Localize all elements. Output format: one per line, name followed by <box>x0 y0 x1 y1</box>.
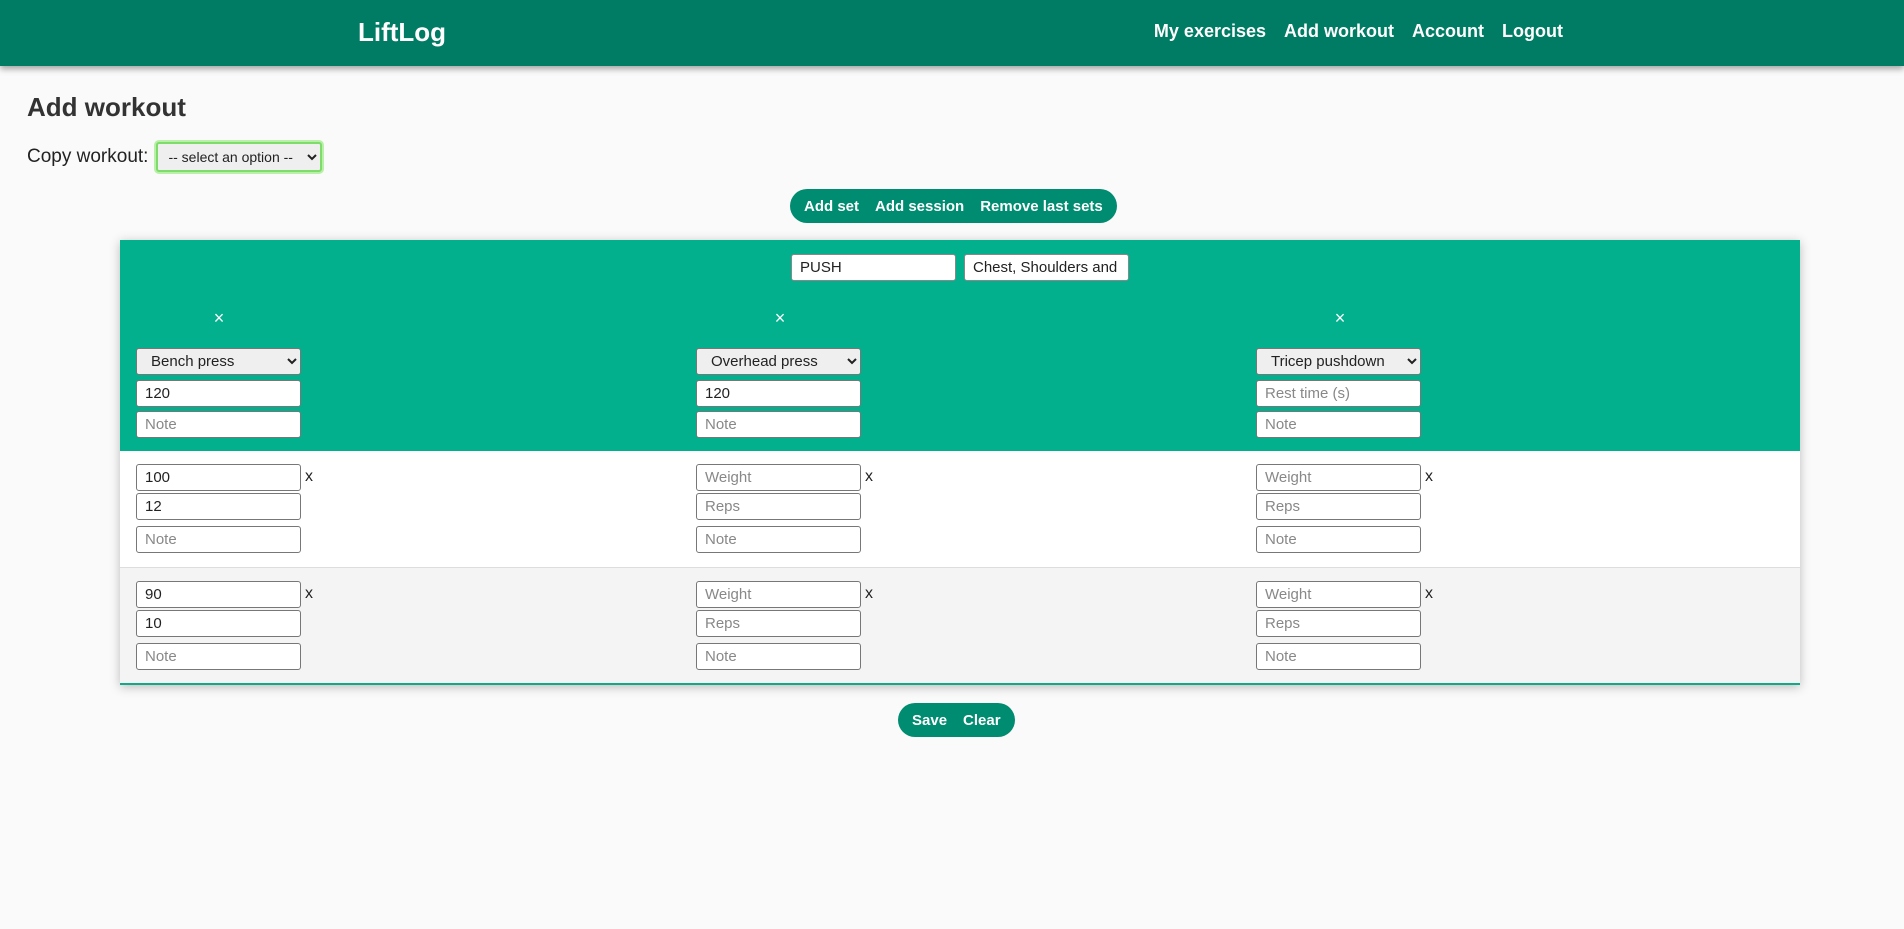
nav-my-exercises[interactable]: My exercises <box>1154 21 1266 42</box>
set-2-ex-3-reps[interactable] <box>1256 610 1421 637</box>
navbar: LiftLog My exercises Add workout Account… <box>0 0 1904 66</box>
exercise-2-rest-input[interactable] <box>696 380 861 407</box>
set-2-ex-3-note[interactable] <box>1256 643 1421 670</box>
nav-add-workout[interactable]: Add workout <box>1284 21 1394 42</box>
set-2-ex-1-note[interactable] <box>136 643 301 670</box>
set-separator: x <box>305 468 313 485</box>
set-1-ex-2-reps[interactable] <box>696 493 861 520</box>
set-1-ex-2-note[interactable] <box>696 526 861 553</box>
session-card: × Bench press × Overhead press × Tricep … <box>120 240 1800 685</box>
copy-workout-row: Copy workout: -- select an option -- <box>27 142 323 172</box>
nav-logout[interactable]: Logout <box>1502 21 1563 42</box>
set-actions-group: Add set Add session Remove last sets <box>790 189 1117 223</box>
remove-exercise-2-icon[interactable]: × <box>770 308 790 329</box>
set-1-ex-3-reps[interactable] <box>1256 493 1421 520</box>
session-name-input[interactable] <box>791 254 956 281</box>
set-1-ex-3-weight[interactable] <box>1256 464 1421 491</box>
remove-last-sets-button[interactable]: Remove last sets <box>972 189 1111 223</box>
session-header: × Bench press × Overhead press × Tricep … <box>120 240 1800 451</box>
exercise-2-note-input[interactable] <box>696 411 861 438</box>
exercise-3-rest-input[interactable] <box>1256 380 1421 407</box>
set-1-ex-1-reps[interactable] <box>136 493 301 520</box>
set-2-ex-2-note[interactable] <box>696 643 861 670</box>
session-description-input[interactable] <box>964 254 1129 281</box>
remove-exercise-1-icon[interactable]: × <box>209 308 229 329</box>
set-separator: x <box>865 585 873 602</box>
exercise-1-rest-input[interactable] <box>136 380 301 407</box>
brand-logo[interactable]: LiftLog <box>358 17 446 48</box>
exercise-2-select[interactable]: Overhead press <box>696 348 861 375</box>
set-row-2: x x x <box>120 567 1800 683</box>
set-separator: x <box>1425 468 1433 485</box>
set-2-ex-3-weight[interactable] <box>1256 581 1421 608</box>
nav-account[interactable]: Account <box>1412 21 1484 42</box>
set-separator: x <box>1425 585 1433 602</box>
set-2-ex-1-weight[interactable] <box>136 581 301 608</box>
copy-workout-select[interactable]: -- select an option -- <box>156 142 323 172</box>
clear-button[interactable]: Clear <box>955 703 1009 737</box>
set-2-ex-2-reps[interactable] <box>696 610 861 637</box>
remove-exercise-3-icon[interactable]: × <box>1330 308 1350 329</box>
save-button[interactable]: Save <box>904 703 955 737</box>
set-separator: x <box>865 468 873 485</box>
set-1-ex-2-weight[interactable] <box>696 464 861 491</box>
set-separator: x <box>305 585 313 602</box>
set-2-ex-1-reps[interactable] <box>136 610 301 637</box>
set-2-ex-2-weight[interactable] <box>696 581 861 608</box>
exercise-3-select[interactable]: Tricep pushdown <box>1256 348 1421 375</box>
add-set-button[interactable]: Add set <box>796 189 867 223</box>
page-title: Add workout <box>27 92 186 122</box>
exercise-3-note-input[interactable] <box>1256 411 1421 438</box>
set-1-ex-1-note[interactable] <box>136 526 301 553</box>
set-1-ex-1-weight[interactable] <box>136 464 301 491</box>
exercise-1-note-input[interactable] <box>136 411 301 438</box>
add-session-button[interactable]: Add session <box>867 189 972 223</box>
set-1-ex-3-note[interactable] <box>1256 526 1421 553</box>
save-actions-group: Save Clear <box>898 703 1015 737</box>
exercise-1-select[interactable]: Bench press <box>136 348 301 375</box>
copy-workout-label: Copy workout: <box>27 146 149 167</box>
nav-links: My exercises Add workout Account Logout <box>1136 21 1563 42</box>
